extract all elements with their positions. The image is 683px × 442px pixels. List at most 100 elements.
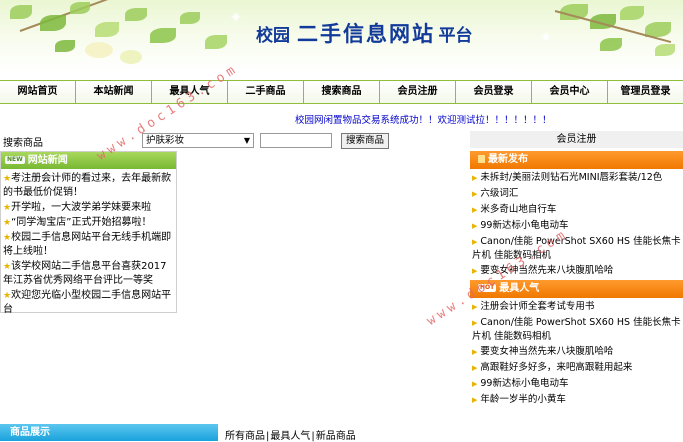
leaf-decoration — [70, 2, 90, 14]
nav-news[interactable]: 本站新闻 — [76, 81, 152, 103]
nav-member-center[interactable]: 会员中心 — [532, 81, 608, 103]
triangle-bullet-icon: ▶ — [472, 348, 478, 356]
leaf-decoration — [620, 6, 644, 20]
list-item-text[interactable]: Canon/佳能 PowerShot SX60 HS 佳能长焦卡片机 佳能数码相… — [472, 317, 681, 342]
register-panel-title: 会员注册 — [470, 131, 683, 148]
star-icon: ★ — [3, 233, 12, 243]
news-panel: NEW 网站新闻 ★考注册会计师的看过来，去年最新款的书最低价促销！ ★开学啦，一… — [0, 151, 177, 315]
leaf-decoration — [600, 38, 622, 51]
triangle-bullet-icon: ▶ — [472, 303, 478, 311]
leaf-decoration — [205, 35, 227, 49]
list-item[interactable]: ▶ 未拆封/美丽法则钻石光MINI唇彩套装/12色 — [472, 171, 683, 185]
list-item[interactable]: ▶ 高跟鞋好多好多，来吧高跟鞋用起来 — [472, 361, 683, 375]
news-item[interactable]: ★校园二手信息网站平台无线手机端即将上线啦！ — [3, 231, 174, 259]
sparkle-icon: ✦ — [540, 30, 552, 46]
list-item[interactable]: ▶ 注册会计师全套考试专用书 — [472, 300, 683, 314]
list-item[interactable]: ▶ 要变女神当然先来八块腹肌哈哈 — [472, 345, 683, 359]
triangle-bullet-icon: ▶ — [472, 267, 478, 275]
flower-decoration — [120, 50, 142, 64]
chevron-down-icon: ▼ — [243, 136, 250, 145]
search-label: 搜索商品 — [3, 138, 43, 149]
leaf-decoration — [150, 28, 176, 43]
tab-new-products[interactable]: 新品商品 — [316, 431, 356, 442]
star-icon: ★ — [3, 262, 12, 272]
list-item[interactable]: ▶ Canon/佳能 PowerShot SX60 HS 佳能长焦卡片机 佳能数码… — [472, 235, 683, 262]
news-header: NEW 网站新闻 — [1, 152, 176, 169]
list-item-text[interactable]: Canon/佳能 PowerShot SX60 HS 佳能长焦卡片机 佳能数码相… — [472, 236, 681, 261]
news-title: 网站新闻 — [27, 155, 68, 166]
list-item[interactable]: ▶ 99新达标小龟电动车 — [472, 219, 683, 233]
news-item-text[interactable]: 欢迎您光临小型校园二手信息网站平台 — [3, 290, 171, 315]
list-item-text[interactable]: 米多奇山地自行车 — [480, 204, 556, 215]
news-item[interactable]: ★欢迎您光临小型校园二手信息网站平台 — [3, 289, 174, 317]
nav-search[interactable]: 搜索商品 — [304, 81, 380, 103]
new-badge-icon: NEW — [5, 156, 25, 164]
star-icon: ★ — [3, 203, 12, 213]
list-item-text[interactable]: 高跟鞋好多好多，来吧高跟鞋用起来 — [480, 362, 632, 373]
leaf-decoration — [95, 22, 119, 37]
news-item[interactable]: ★考注册会计师的看过来，去年最新款的书最低价促销！ — [3, 172, 174, 200]
latest-title: 最新发布 — [488, 154, 528, 165]
flower-decoration — [85, 42, 113, 58]
nav-register[interactable]: 会员注册 — [380, 81, 456, 103]
list-item-text[interactable]: 未拆封/美丽法则钻石光MINI唇彩套装/12色 — [480, 172, 662, 183]
news-item-text[interactable]: 校园二手信息网站平台无线手机端即将上线啦！ — [3, 232, 171, 257]
news-item-text[interactable]: 考注册会计师的看过来，去年最新款的书最低价促销！ — [3, 173, 171, 198]
leaf-decoration — [10, 5, 32, 19]
site-title-prefix: 校园 — [256, 26, 290, 46]
list-item[interactable]: ▶ 米多奇山地自行车 — [472, 203, 683, 217]
list-item-text[interactable]: 99新达标小龟电动车 — [480, 378, 568, 389]
site-title: 校园 二手信息网站 平台 — [256, 18, 472, 48]
popular-title: 最具人气 — [499, 283, 540, 294]
triangle-bullet-icon: ▶ — [472, 238, 478, 246]
sparkle-icon: ✦ — [230, 10, 242, 26]
list-item-text[interactable]: 注册会计师全套考试专用书 — [480, 301, 594, 312]
list-item[interactable]: ▶ 年龄一岁半的小黄车 — [472, 393, 683, 407]
leaf-decoration — [180, 12, 200, 24]
leaf-decoration — [125, 8, 147, 21]
category-select[interactable]: 护肤彩妆 ▼ — [142, 133, 254, 148]
triangle-bullet-icon: ▶ — [472, 380, 478, 388]
search-button[interactable]: 搜索商品 — [341, 133, 389, 149]
list-item[interactable]: ▶ Canon/佳能 PowerShot SX60 HS 佳能长焦卡片机 佳能数码… — [472, 316, 683, 343]
latest-header: 最新发布 — [470, 151, 683, 169]
triangle-bullet-icon: ▶ — [472, 174, 478, 182]
search-input[interactable] — [260, 133, 332, 148]
triangle-bullet-icon: ▶ — [472, 319, 478, 327]
list-item-text[interactable]: 年龄一岁半的小黄车 — [480, 394, 566, 405]
news-item[interactable]: ★“同学淘宝店”正式开始招募啦！ — [3, 216, 174, 230]
tab-all-products[interactable]: 所有商品 — [225, 431, 265, 442]
nav-home[interactable]: 网站首页 — [0, 81, 76, 103]
triangle-bullet-icon: ▶ — [472, 206, 478, 214]
triangle-bullet-icon: ▶ — [472, 396, 478, 404]
product-tabs: 所有商品|最具人气|新品商品 — [225, 427, 356, 442]
nav-login[interactable]: 会员登录 — [456, 81, 532, 103]
news-item-text[interactable]: 该学校网站二手信息平台喜获2017年江苏省优秀网络平台评比一等奖 — [3, 261, 167, 286]
products-header: 商品展示 — [0, 424, 218, 441]
news-item-text[interactable]: 开学啦，一大波学弟学妹要来啦 — [11, 202, 151, 213]
category-select-value: 护肤彩妆 — [146, 135, 185, 146]
list-item-text[interactable]: 要变女神当然先来八块腹肌哈哈 — [480, 346, 613, 357]
popular-list: ▶ 注册会计师全套考试专用书 ▶ Canon/佳能 PowerShot SX60 H… — [470, 298, 683, 407]
leaf-decoration — [655, 44, 675, 56]
nav-admin-login[interactable]: 管理员登录 — [608, 81, 683, 103]
triangle-bullet-icon: ▶ — [472, 190, 478, 198]
main-nav: 网站首页 本站新闻 最具人气 二手商品 搜索商品 会员注册 会员登录 会员中心 … — [0, 80, 683, 104]
news-item-text[interactable]: “同学淘宝店”正式开始招募啦！ — [11, 217, 151, 228]
list-item-text[interactable]: 六级词汇 — [480, 188, 518, 199]
triangle-bullet-icon: ▶ — [472, 364, 478, 372]
tab-popular[interactable]: 最具人气 — [270, 431, 310, 442]
list-item-text[interactable]: 99新达标小龟电动车 — [480, 220, 568, 231]
leaf-decoration — [55, 40, 75, 52]
triangle-bullet-icon: ▶ — [472, 222, 478, 230]
star-icon: ★ — [3, 218, 12, 228]
news-item[interactable]: ★开学啦，一大波学弟学妹要来啦 — [3, 201, 174, 215]
list-item[interactable]: ▶ 六级词汇 — [472, 187, 683, 201]
star-icon: ★ — [3, 174, 12, 184]
news-list: ★考注册会计师的看过来，去年最新款的书最低价促销！ ★开学啦，一大波学弟学妹要来… — [1, 169, 176, 317]
list-item[interactable]: ▶ 99新达标小龟电动车 — [472, 377, 683, 391]
announcement-marquee: 校园网闲置物品交易系统成功！！欢迎测试拉！！！！！！！ — [295, 115, 552, 126]
nav-secondhand[interactable]: 二手商品 — [228, 81, 304, 103]
site-banner: ✦ ✦ 校园 二手信息网站 平台 — [0, 0, 683, 72]
news-item[interactable]: ★该学校网站二手信息平台喜获2017年江苏省优秀网络平台评比一等奖 — [3, 260, 174, 288]
